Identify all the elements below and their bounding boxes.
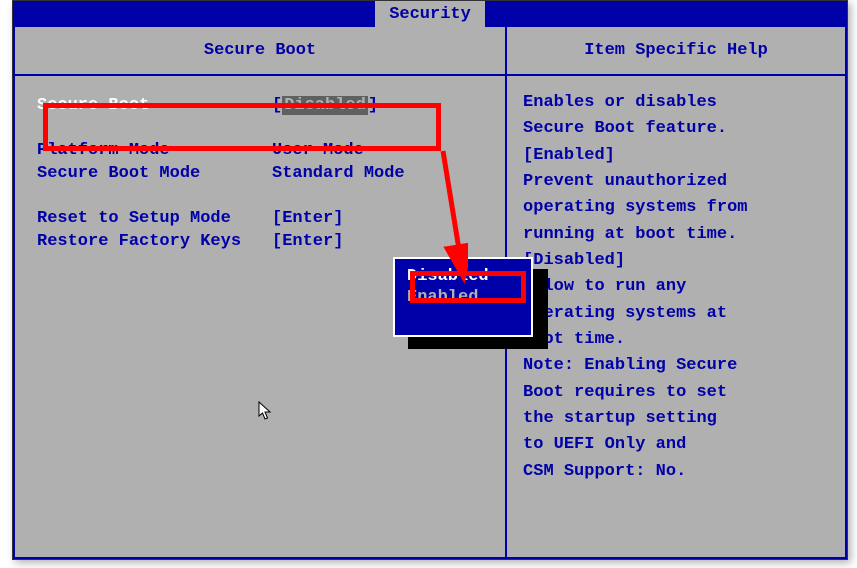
value-restore-keys: [Enter] (272, 232, 343, 251)
popup-option-disabled[interactable]: Disabled (407, 267, 519, 286)
help-line: CSM Support: No. (523, 459, 829, 485)
help-line: Note: Enabling Secure (523, 353, 829, 379)
row-platform-mode: Platform Mode User Mode (37, 141, 483, 160)
row-secure-boot-mode: Secure Boot Mode Standard Mode (37, 164, 483, 183)
help-text: Enables or disables Secure Boot feature.… (507, 76, 845, 557)
help-line: operating systems from (523, 195, 829, 221)
help-line: [Disabled] (523, 248, 829, 274)
help-line: operating systems at (523, 301, 829, 327)
bracket-open: [ (272, 96, 282, 115)
label-platform-mode: Platform Mode (37, 141, 272, 160)
right-panel-header: Item Specific Help (507, 27, 845, 76)
help-line: [Enabled] (523, 143, 829, 169)
help-line: Boot requires to set (523, 380, 829, 406)
bracket-close: ] (368, 96, 378, 115)
bios-frame: Security Secure Boot Secure Boot [Disabl… (12, 0, 848, 560)
tab-bar: Security (13, 1, 847, 27)
value-reset-setup: [Enter] (272, 209, 343, 228)
row-restore-keys[interactable]: Restore Factory Keys [Enter] (37, 232, 483, 251)
row-secure-boot[interactable]: Secure Boot [Disabled] (37, 96, 483, 115)
label-secure-boot: Secure Boot (37, 96, 272, 115)
popup-option-enabled[interactable]: Enabled (407, 288, 519, 307)
label-secure-boot-mode: Secure Boot Mode (37, 164, 272, 183)
right-panel: Item Specific Help Enables or disables S… (507, 27, 845, 557)
help-line: boot time. (523, 327, 829, 353)
help-line: Allow to run any (523, 274, 829, 300)
value-secure-boot-wrap: [Disabled] (272, 96, 378, 115)
tab-security[interactable]: Security (375, 1, 485, 27)
left-panel-header: Secure Boot (15, 27, 505, 76)
options-popup: Disabled Enabled (393, 257, 533, 337)
label-restore-keys: Restore Factory Keys (37, 232, 272, 251)
help-line: Secure Boot feature. (523, 116, 829, 142)
help-line: running at boot time. (523, 222, 829, 248)
value-platform-mode: User Mode (272, 141, 364, 160)
help-line: the startup setting (523, 406, 829, 432)
help-line: to UEFI Only and (523, 432, 829, 458)
row-reset-setup[interactable]: Reset to Setup Mode [Enter] (37, 209, 483, 228)
value-secure-boot[interactable]: Disabled (282, 96, 368, 115)
value-secure-boot-mode: Standard Mode (272, 164, 405, 183)
help-line: Enables or disables (523, 90, 829, 116)
label-reset-setup: Reset to Setup Mode (37, 209, 272, 228)
help-line: Prevent unauthorized (523, 169, 829, 195)
